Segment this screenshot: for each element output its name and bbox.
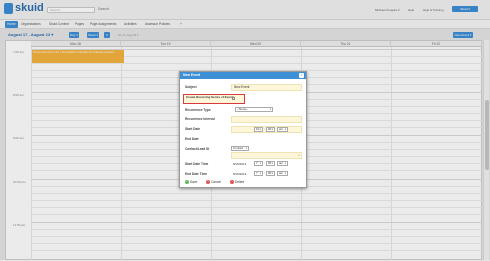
subject-label: Subject [185,85,197,89]
contact-lookup-field[interactable] [231,152,302,159]
chevron-down-icon: ▾ [245,147,247,150]
save-button[interactable]: ✓ Save [185,179,197,185]
recurrence-interval-label: Recurrence Interval [185,117,215,121]
start-datetime-hour-select[interactable]: 7 ▾ [254,161,263,166]
end-datetime-ampm-value: am [279,171,284,175]
start-datetime-ampm-select[interactable]: am ▾ [277,161,288,166]
chevron-down-icon: ▾ [284,162,286,165]
start-min-select[interactable]: 00 ▾ [266,127,275,132]
chevron-down-icon: ▾ [271,162,273,165]
end-datetime-ampm-select[interactable]: am ▾ [277,171,288,176]
time-separator: : [264,171,265,175]
time-separator: : [264,161,265,165]
save-label: Save [190,180,198,184]
close-icon[interactable]: × [299,73,304,78]
subject-field[interactable]: New Event [231,84,302,91]
recurring-series-checkbox[interactable] [232,97,235,100]
end-datetime-hour-select[interactable]: 7 ▾ [254,171,263,176]
end-datetime-hour-value: 7 [256,171,258,175]
dialog-title: New Event [180,72,306,79]
cancel-button[interactable]: × Cancel [206,179,221,185]
delete-label: Delete [235,180,245,184]
chevron-down-icon: ▾ [269,108,271,111]
new-event-dialog: New Event × Subject New Event Create Rec… [179,71,307,188]
contact-type-select[interactable]: Contact ▾ [231,146,249,151]
chevron-down-icon: ▾ [284,172,286,175]
recurrence-type-select[interactable]: --None-- ▾ [235,107,273,112]
start-ampm-select[interactable]: pm ▾ [277,127,288,132]
end-datetime-min-select[interactable]: 00 ▾ [266,171,275,176]
time-separator: : [264,127,265,131]
start-hour-select[interactable]: 10 ▾ [254,127,263,132]
recurrence-type-label: Recurrence Type [185,108,211,112]
recurring-series-highlight: Create Recurring Series of Events [183,94,245,104]
chevron-down-icon: ▾ [259,162,261,165]
start-ampm-value: pm [279,127,284,131]
delete-button[interactable]: – Delete [230,179,244,185]
start-datetime-date[interactable]: 8/19/2014 [233,162,246,166]
start-datetime-min-select[interactable]: 00 ▾ [266,161,275,166]
start-datetime-hour-value: 7 [256,161,258,165]
start-date-label: Start Date [185,127,201,131]
start-datetime-label: Start Date Time [185,162,209,166]
start-datetime-ampm-value: am [279,161,284,165]
recurrence-type-value: --None-- [237,107,249,111]
check-icon: ✓ [185,180,189,185]
delete-icon: – [230,180,234,185]
lookup-icon[interactable]: ⌕ [298,153,300,157]
chevron-down-icon: ▾ [284,128,286,131]
recurring-series-label: Create Recurring Series of Events [186,95,235,99]
chevron-down-icon: ▾ [259,128,261,131]
end-datetime-date[interactable]: 8/19/2014 [233,172,246,176]
chevron-down-icon: ▾ [271,172,273,175]
end-date-label: End Date [185,137,199,141]
cancel-icon: × [206,180,210,185]
contact-label: Contact/Lead ID [185,147,210,151]
chevron-down-icon: ▾ [271,128,273,131]
cancel-label: Cancel [211,180,221,184]
end-datetime-label: End Date Time [185,172,208,176]
chevron-down-icon: ▾ [259,172,261,175]
recurrence-interval-field[interactable] [231,116,302,123]
contact-type-value: Contact [233,146,244,150]
